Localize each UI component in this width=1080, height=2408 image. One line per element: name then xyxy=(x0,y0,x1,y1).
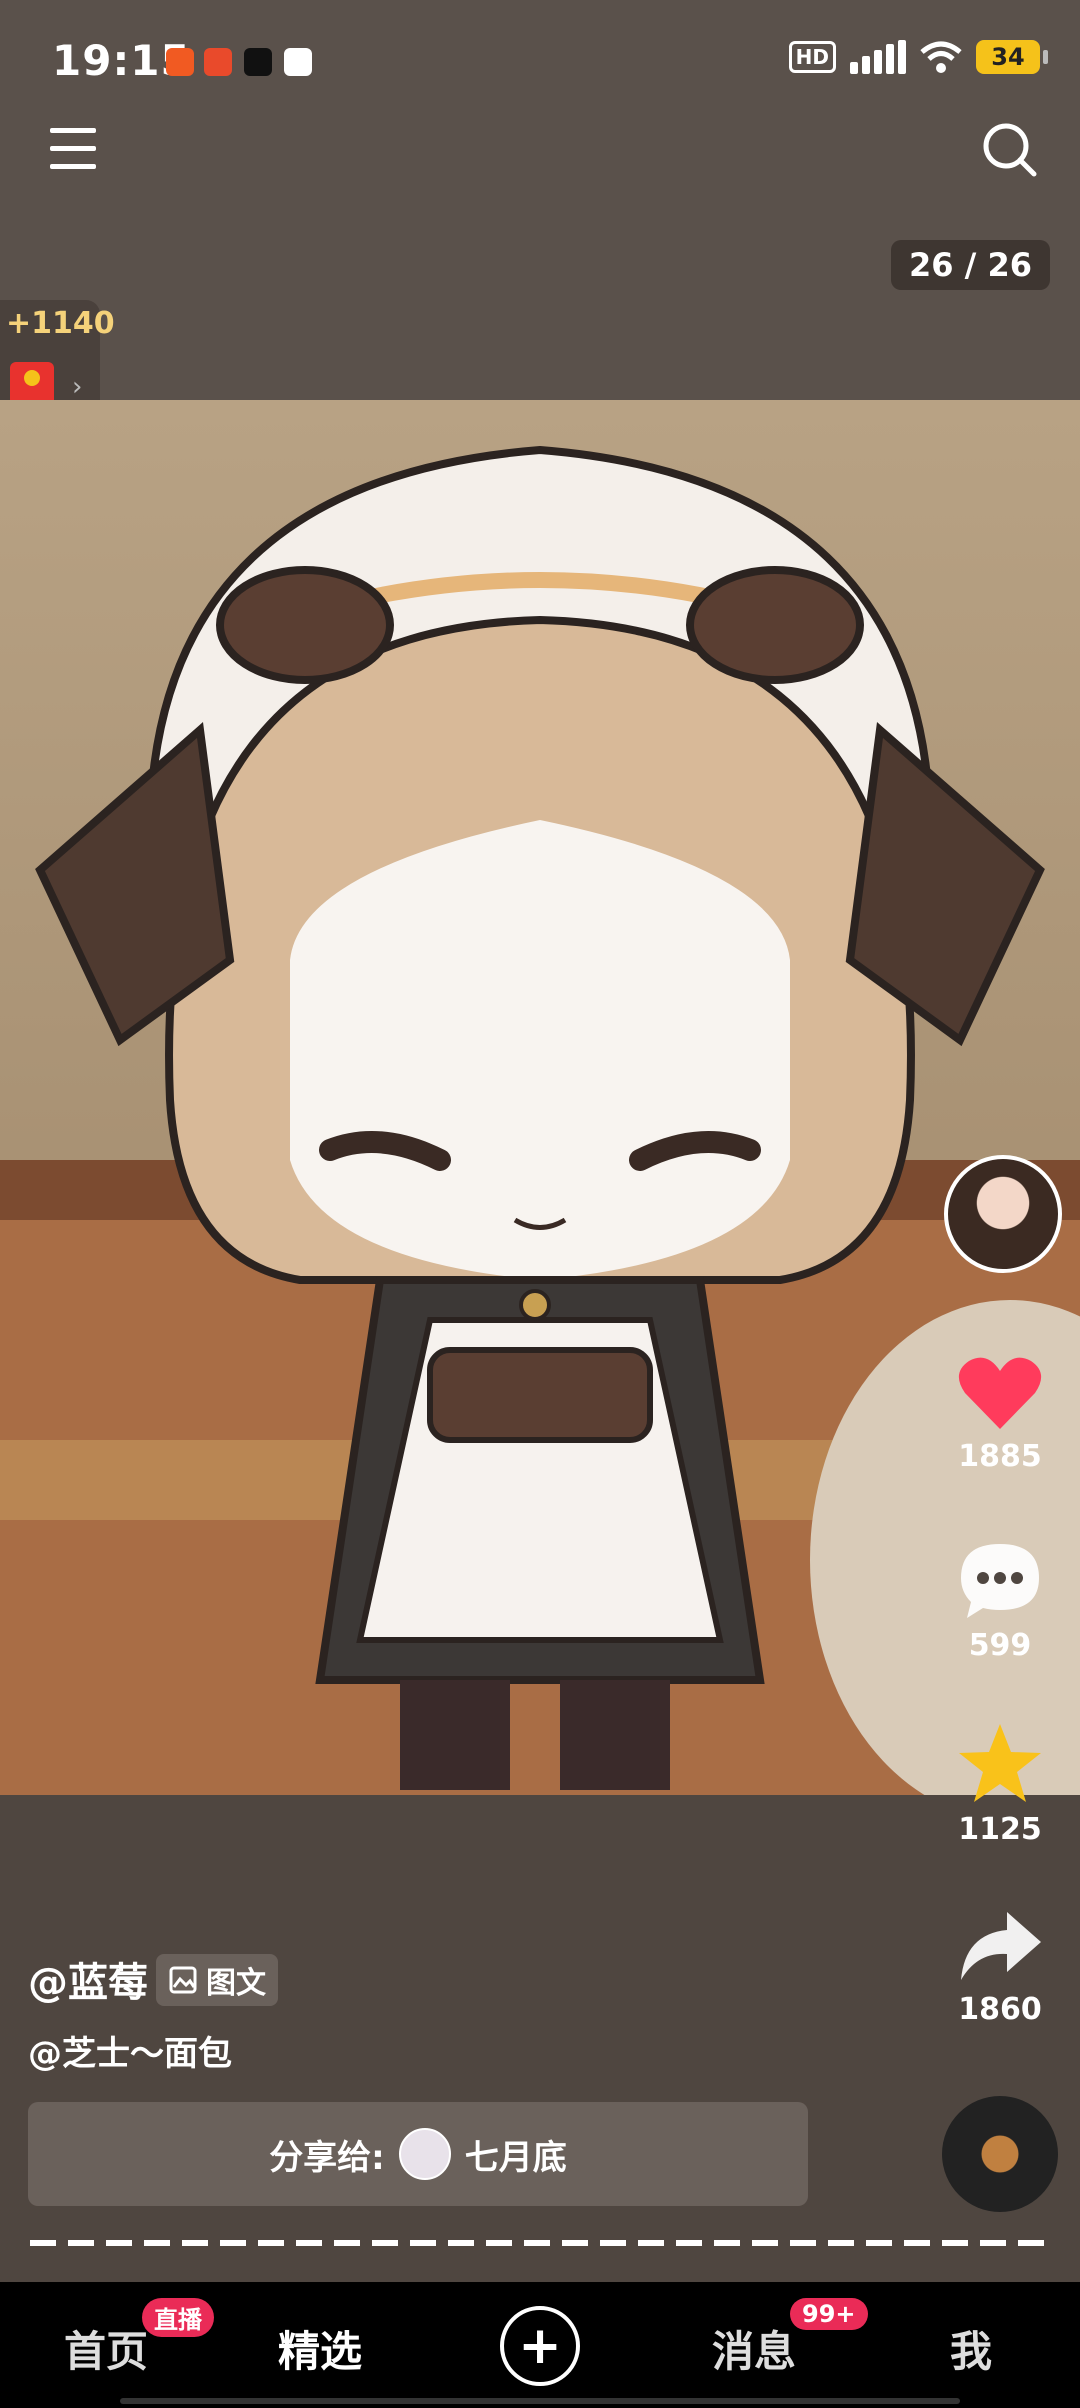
nav-home[interactable]: 首页 xyxy=(64,2318,148,2379)
share-target-name: 七月底 xyxy=(464,2137,567,2178)
share-count: 1860 xyxy=(958,1992,1042,2027)
image-page-counter: 26 / 26 xyxy=(890,240,1050,290)
like-button[interactable]: 1885 xyxy=(938,1355,1062,1474)
caption-mention[interactable]: @芝士～面包 xyxy=(28,2026,232,2075)
image-progress-indicator xyxy=(30,2240,1050,2246)
share-button[interactable]: 1860 xyxy=(938,1908,1062,2027)
nav-me[interactable]: 我 xyxy=(950,2318,992,2379)
friend-avatar xyxy=(398,2128,451,2180)
messages-badge: 99+ xyxy=(790,2298,868,2330)
signal-icon xyxy=(850,40,906,74)
author-name[interactable]: @蓝莓 xyxy=(28,1950,148,2008)
nav-featured[interactable]: 精选 xyxy=(278,2318,362,2379)
home-indicator xyxy=(120,2398,960,2404)
author-avatar[interactable] xyxy=(944,1155,1062,1273)
live-badge: 直播 xyxy=(142,2298,214,2337)
music-disc-icon[interactable] xyxy=(942,2096,1058,2212)
post-image[interactable] xyxy=(0,400,1080,1795)
post-type-tag: 图文 xyxy=(156,1954,278,2006)
chibi-maid-illustration xyxy=(0,400,1080,1795)
comment-icon xyxy=(961,1544,1039,1618)
notification-tiktok-icon xyxy=(244,48,272,76)
notification-app-icon xyxy=(166,48,194,76)
search-icon[interactable] xyxy=(980,120,1040,180)
like-count: 1885 xyxy=(958,1439,1042,1474)
favorite-count: 1125 xyxy=(958,1812,1042,1847)
status-indicators: HD 34 xyxy=(788,40,1048,74)
star-icon xyxy=(959,1724,1041,1802)
notification-app-icon xyxy=(204,48,232,76)
share-arrow-icon xyxy=(961,1912,1041,1980)
image-icon xyxy=(169,1966,197,1994)
favorite-button[interactable]: 1125 xyxy=(938,1722,1062,1847)
reward-amount: +1140 xyxy=(6,306,115,341)
share-to-friend-button[interactable]: 分享给: 七月底 xyxy=(28,2102,808,2206)
wifi-icon xyxy=(920,41,962,73)
battery-icon: 34 xyxy=(976,40,1048,74)
menu-icon[interactable] xyxy=(50,128,96,172)
post-type-label: 图文 xyxy=(206,1966,266,2001)
share-label: 分享给: xyxy=(269,2137,385,2178)
heart-icon xyxy=(958,1357,1042,1429)
hd-indicator: HD xyxy=(788,41,836,73)
notification-mail-icon xyxy=(284,48,312,76)
create-post-button[interactable]: + xyxy=(500,2306,580,2386)
chevron-right-icon[interactable]: › xyxy=(72,372,82,402)
comment-count: 599 xyxy=(968,1628,1032,1663)
nav-messages[interactable]: 消息 xyxy=(712,2318,796,2379)
comment-button[interactable]: 599 xyxy=(938,1540,1062,1663)
